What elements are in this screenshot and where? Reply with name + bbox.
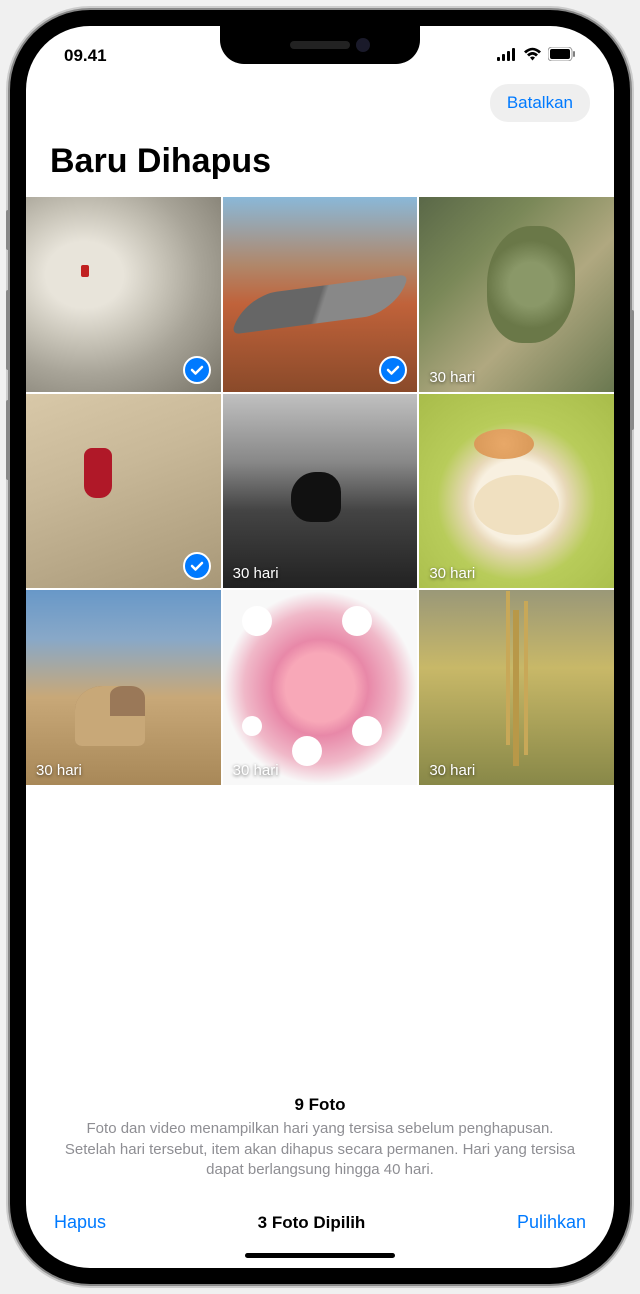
selection-count-label: 3 Foto Dipilih — [258, 1213, 366, 1233]
cancel-button[interactable]: Batalkan — [490, 84, 590, 122]
days-remaining-label: 30 hari — [429, 565, 475, 582]
photo-count-label: 9 Foto — [62, 1095, 578, 1115]
photo-thumbnail[interactable]: 30 hari — [419, 394, 614, 589]
days-remaining-label: 30 hari — [36, 762, 82, 779]
days-remaining-label: 30 hari — [429, 762, 475, 779]
cellular-icon — [497, 46, 517, 66]
home-indicator[interactable] — [245, 1253, 395, 1258]
photo-thumbnail[interactable]: 30 hari — [223, 590, 418, 785]
recover-button[interactable]: Pulihkan — [517, 1212, 586, 1233]
wifi-icon — [523, 46, 542, 66]
selected-check-icon — [379, 356, 407, 384]
notch — [220, 26, 420, 64]
days-remaining-label: 30 hari — [233, 762, 279, 779]
days-remaining-label: 30 hari — [233, 565, 279, 582]
photo-thumbnail[interactable]: 30 hari — [419, 590, 614, 785]
photo-thumbnail[interactable] — [26, 394, 221, 589]
screen: 09.41 Batalkan Baru Dihapus — [26, 26, 614, 1268]
selected-check-icon — [183, 356, 211, 384]
info-section: 9 Foto Foto dan video menampilkan hari y… — [26, 785, 614, 1198]
photo-thumbnail[interactable] — [26, 197, 221, 392]
phone-frame: 09.41 Batalkan Baru Dihapus — [10, 10, 630, 1284]
delete-button[interactable]: Hapus — [54, 1212, 106, 1233]
photo-thumbnail[interactable]: 30 hari — [223, 394, 418, 589]
photo-thumbnail[interactable]: 30 hari — [419, 197, 614, 392]
nav-bar: Batalkan — [26, 76, 614, 128]
days-remaining-label: 30 hari — [429, 369, 475, 386]
photo-thumbnail[interactable]: 30 hari — [26, 590, 221, 785]
bottom-toolbar: Hapus 3 Foto Dipilih Pulihkan — [26, 1198, 614, 1241]
photo-thumbnail[interactable] — [223, 197, 418, 392]
photo-grid: 30 hari 30 hari 30 hari 30 hari 30 hari … — [26, 197, 614, 785]
selected-check-icon — [183, 552, 211, 580]
battery-icon — [548, 46, 576, 66]
info-description: Foto dan video menampilkan hari yang ter… — [62, 1119, 578, 1180]
status-time: 09.41 — [64, 46, 107, 66]
page-title: Baru Dihapus — [26, 128, 614, 197]
